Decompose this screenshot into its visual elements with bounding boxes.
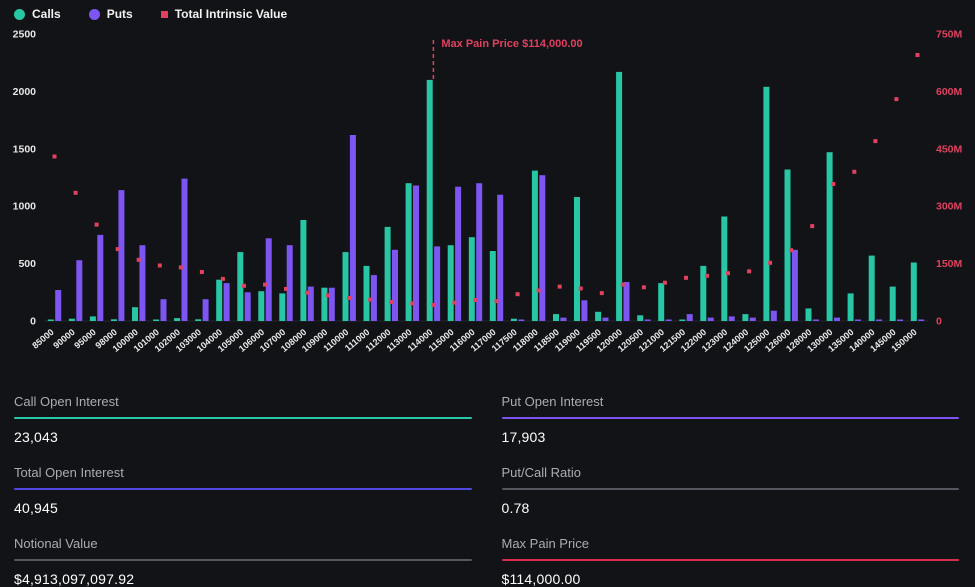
legend-label-total-intrinsic-value: Total Intrinsic Value — [175, 7, 287, 21]
legend-item-puts[interactable]: Puts — [89, 7, 133, 21]
stat-notional-value: Notional Value $4,913,097,097.92 — [14, 530, 472, 587]
calls-series-icon — [14, 9, 25, 20]
chart-legend: Calls Puts Total Intrinsic Value — [14, 4, 287, 24]
svg-text:500: 500 — [18, 258, 36, 270]
stat-value: 23,043 — [14, 429, 472, 445]
stat-call-open-interest: Call Open Interest 23,043 — [14, 388, 472, 445]
stat-underline — [14, 417, 472, 419]
stat-underline — [502, 559, 960, 561]
svg-text:0: 0 — [936, 316, 942, 328]
stat-label: Total Open Interest — [14, 465, 472, 480]
svg-text:2000: 2000 — [13, 86, 37, 98]
stat-underline — [14, 559, 472, 561]
stat-value: 17,903 — [502, 429, 960, 445]
legend-label-calls: Calls — [32, 7, 61, 21]
svg-text:1500: 1500 — [13, 143, 37, 155]
svg-text:150M: 150M — [936, 258, 963, 270]
max-pain-chart[interactable]: 0 500 1000 1500 2000 2500 0 150M 300M 450M 600M 750… — [0, 0, 975, 378]
stat-put-call-ratio: Put/Call Ratio 0.78 — [502, 459, 960, 516]
stat-total-open-interest: Total Open Interest 40,945 — [14, 459, 472, 516]
svg-text:Max Pain Price $114,000.00: Max Pain Price $114,000.00 — [441, 38, 582, 50]
svg-text:600M: 600M — [936, 86, 963, 98]
stat-underline — [502, 488, 960, 490]
legend-item-total-intrinsic-value[interactable]: Total Intrinsic Value — [161, 7, 287, 21]
svg-text:1000: 1000 — [13, 201, 37, 213]
stat-value: 40,945 — [14, 500, 472, 516]
stat-label: Put Open Interest — [502, 394, 960, 409]
svg-text:0: 0 — [30, 316, 36, 328]
stats-grid: Call Open Interest 23,043 Put Open Inter… — [0, 378, 975, 582]
stat-value: 0.78 — [502, 500, 960, 516]
svg-text:95000: 95000 — [72, 327, 98, 351]
puts-series-icon — [89, 9, 100, 20]
svg-text:2500: 2500 — [13, 29, 37, 41]
svg-text:450M: 450M — [936, 143, 963, 155]
intrinsic-value-series-icon — [161, 11, 168, 18]
stat-label: Call Open Interest — [14, 394, 472, 409]
stat-max-pain-price: Max Pain Price $114,000.00 — [502, 530, 960, 587]
stat-underline — [14, 488, 472, 490]
legend-item-calls[interactable]: Calls — [14, 7, 61, 21]
stat-label: Notional Value — [14, 536, 472, 551]
svg-text:300M: 300M — [936, 201, 963, 213]
legend-label-puts: Puts — [107, 7, 133, 21]
options-max-pain-dashboard: 0 500 1000 1500 2000 2500 0 150M 300M 450M 600M 750… — [0, 0, 975, 582]
svg-text:85000: 85000 — [30, 327, 56, 351]
svg-text:90000: 90000 — [51, 327, 77, 351]
stat-put-open-interest: Put Open Interest 17,903 — [502, 388, 960, 445]
stat-label: Max Pain Price — [502, 536, 960, 551]
stat-value: $4,913,097,097.92 — [14, 571, 472, 587]
stat-underline — [502, 417, 960, 419]
stat-label: Put/Call Ratio — [502, 465, 960, 480]
stat-value: $114,000.00 — [502, 571, 960, 587]
svg-text:750M: 750M — [936, 29, 963, 41]
